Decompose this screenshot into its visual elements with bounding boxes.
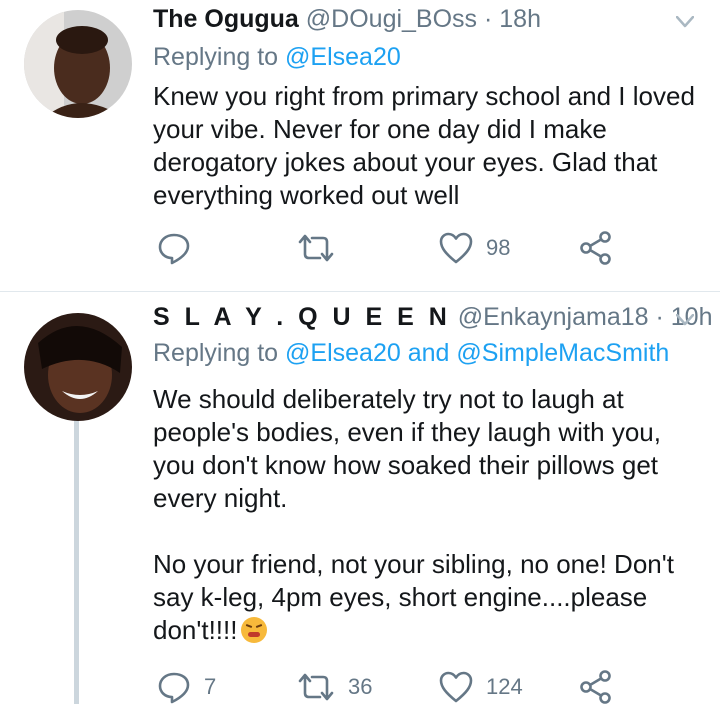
like-count: 124 xyxy=(486,674,523,699)
like-button[interactable]: 98 xyxy=(438,228,510,268)
thread-line xyxy=(74,414,79,704)
replying-to: Replying to @Elsea20 and @SimpleMacSmith xyxy=(153,338,669,368)
tweet-paragraph: Knew you right from primary school and I… xyxy=(153,81,695,210)
tweet-header: The Ogugua @DOugi_BOss · 18h xyxy=(153,4,541,34)
tweet-paragraph-text: No your friend, not your sibling, no one… xyxy=(153,549,674,645)
share-icon xyxy=(580,670,611,704)
avatar[interactable] xyxy=(24,313,132,421)
heart-icon xyxy=(439,232,473,264)
tweet-header: S L A Y . Q U E E N @Enkaynjama18 · 10h xyxy=(153,302,713,332)
replying-joiner: and xyxy=(407,339,450,367)
retweet-count: 36 xyxy=(348,674,373,699)
reply-button[interactable]: 7 xyxy=(156,667,216,707)
replying-prefix: Replying to xyxy=(153,43,279,71)
retweet-icon xyxy=(298,673,334,701)
reply-icon xyxy=(158,233,190,265)
retweet-button[interactable]: 36 xyxy=(296,667,372,707)
reply-button[interactable] xyxy=(156,228,204,268)
mention-link[interactable]: @SimpleMacSmith xyxy=(456,339,669,367)
heart-icon xyxy=(439,671,473,703)
avatar[interactable] xyxy=(24,10,132,118)
mention-link[interactable]: @Elsea20 xyxy=(285,43,401,71)
replying-to: Replying to @Elsea20 xyxy=(153,42,401,72)
tweet-text: We should deliberately try not to laugh … xyxy=(153,383,703,647)
share-icon xyxy=(580,231,611,265)
chevron-down-icon[interactable] xyxy=(676,16,694,28)
emoji-icon xyxy=(241,617,268,643)
display-name[interactable]: S L A Y . Q U E E N xyxy=(153,303,451,331)
user-handle[interactable]: @DOugi_BOss xyxy=(306,5,477,33)
tweet-paragraph: We should deliberately try not to laugh … xyxy=(153,384,661,513)
like-count: 98 xyxy=(486,235,511,260)
retweet-icon xyxy=(298,234,334,262)
tweet-text: Knew you right from primary school and I… xyxy=(153,80,703,212)
action-bar: 98 xyxy=(0,228,720,268)
reply-icon xyxy=(158,672,190,704)
user-handle[interactable]: @Enkaynjama18 xyxy=(458,303,649,331)
replying-prefix: Replying to xyxy=(153,339,279,367)
share-button[interactable] xyxy=(578,228,614,268)
tweet[interactable]: The Ogugua @DOugi_BOss · 18h Replying to… xyxy=(0,0,720,292)
action-bar: 7 36 124 xyxy=(0,667,720,707)
like-button[interactable]: 124 xyxy=(438,667,523,707)
chevron-down-icon[interactable] xyxy=(676,314,694,326)
mention-link[interactable]: @Elsea20 xyxy=(285,339,401,367)
separator: · xyxy=(655,303,664,331)
retweet-button[interactable] xyxy=(296,228,348,268)
tweet-paragraph: No your friend, not your sibling, no one… xyxy=(153,548,703,647)
timestamp[interactable]: 18h xyxy=(499,5,541,33)
display-name[interactable]: The Ogugua xyxy=(153,5,299,33)
separator: · xyxy=(484,5,493,33)
share-button[interactable] xyxy=(578,667,614,707)
reply-count: 7 xyxy=(204,674,217,699)
